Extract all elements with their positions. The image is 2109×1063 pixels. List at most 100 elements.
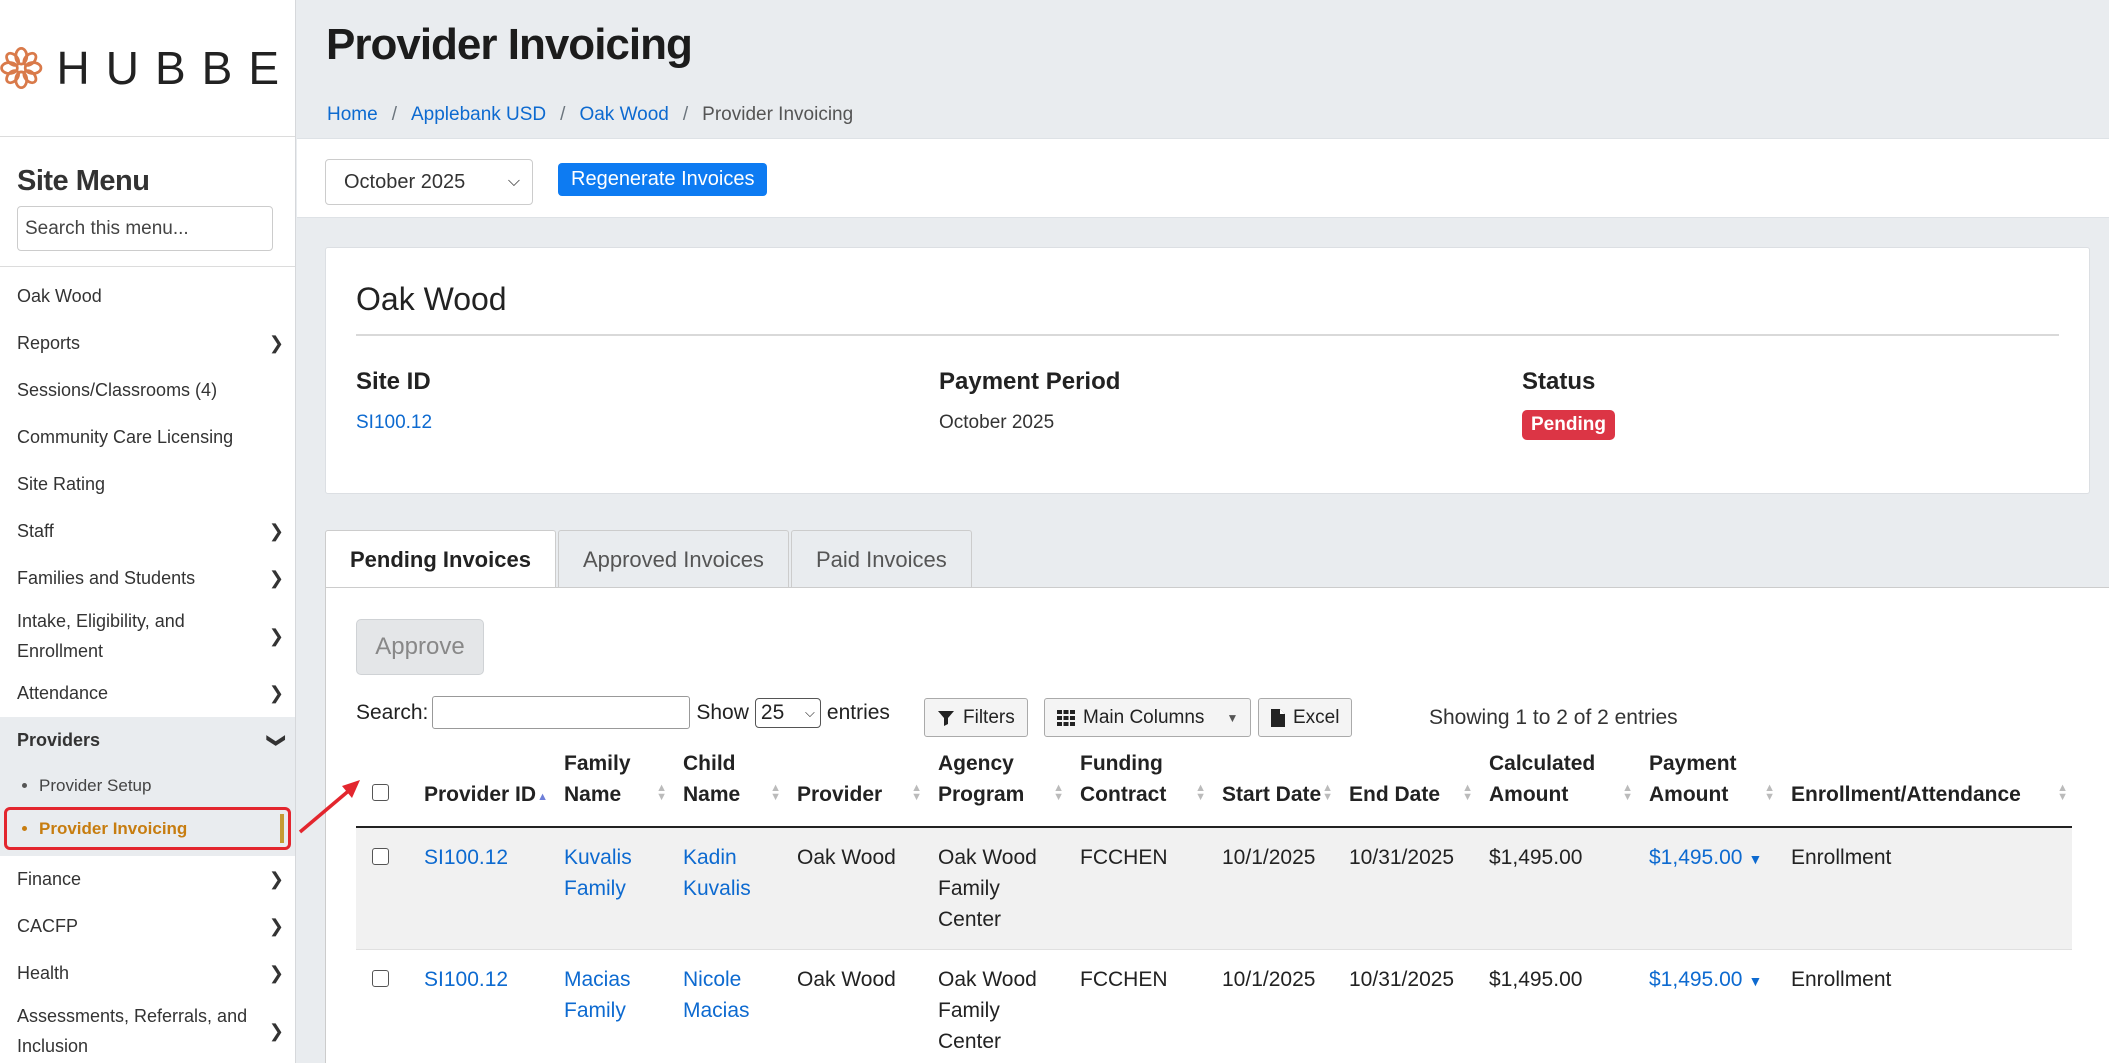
funding-contract-cell: FCCHEN — [1068, 949, 1210, 1063]
logo[interactable]: HUBBE — [0, 0, 295, 137]
sidebar-subitem-provider-setup[interactable]: Provider Setup — [0, 764, 295, 807]
sidebar-item-intake[interactable]: Intake, Eligibility, and Enrollment ❯ — [0, 602, 295, 670]
end-date-cell: 10/31/2025 — [1337, 949, 1477, 1063]
entries-label: entries — [826, 700, 890, 724]
regenerate-invoices-button[interactable]: Regenerate Invoices — [558, 163, 768, 196]
site-id-block: Site ID SI100.12 — [356, 368, 432, 434]
sidebar-item-site-rating[interactable]: Site Rating — [0, 461, 295, 508]
tab-pending-invoices[interactable]: Pending Invoices — [325, 530, 556, 589]
chevron-right-icon: ❯ — [268, 521, 284, 541]
child-name-link[interactable]: Nicole Macias — [683, 968, 750, 1022]
hubbe-flower-icon — [0, 46, 43, 90]
start-date-cell: 10/1/2025 — [1210, 949, 1337, 1063]
sidebar-subitem-provider-invoicing[interactable]: Provider Invoicing — [4, 807, 291, 850]
provider-id-link[interactable]: SI100.12 — [424, 968, 508, 991]
enrollment-type-cell: Enrollment — [1779, 949, 2072, 1063]
calculated-amount-cell: $1,495.00 — [1477, 827, 1637, 950]
chevron-right-icon: ❯ — [268, 869, 284, 889]
provider-id-link[interactable]: SI100.12 — [424, 846, 508, 869]
col-funding-contract[interactable]: Funding Contract ▲ ▼ — [1068, 748, 1210, 828]
sort-icon: ▲ ▼ — [656, 782, 667, 803]
col-provider-id[interactable]: Provider ID ▲ — [412, 748, 552, 828]
sidebar-item-sessions[interactable]: Sessions/Classrooms (4) — [0, 367, 295, 414]
sidebar-item-finance[interactable]: Finance ❯ — [0, 856, 295, 903]
sort-icon: ▲ — [537, 791, 548, 803]
end-date-cell: 10/31/2025 — [1337, 827, 1477, 950]
card-divider — [356, 334, 2059, 336]
provider-cell: Oak Wood — [785, 827, 926, 950]
status-label: Status — [1522, 368, 1596, 395]
sort-icon: ▲ ▼ — [1462, 782, 1473, 803]
main-columns-button[interactable]: Main Columns ▼ — [1044, 698, 1252, 737]
period-select[interactable]: October 2025 ⌵ — [325, 159, 533, 205]
sort-icon: ▲ ▼ — [1622, 782, 1633, 803]
sidebar-item-assessments[interactable]: Assessments, Referrals, and Inclusion ❯ — [0, 997, 295, 1063]
approve-button[interactable]: Approve — [356, 619, 484, 675]
show-label: Show — [696, 700, 749, 724]
payment-amount-dropdown[interactable]: $1,495.00 ▼ — [1649, 846, 1762, 869]
bullet-icon — [22, 826, 27, 831]
sidebar-item-providers[interactable]: Providers ❯ — [0, 717, 295, 764]
excel-export-button[interactable]: Excel — [1258, 698, 1353, 737]
sidebar-item-attendance[interactable]: Attendance ❯ — [0, 670, 295, 717]
chevron-down-icon: ⌵ — [805, 704, 815, 720]
chevron-down-icon: ⌵ — [507, 173, 520, 190]
col-family-name[interactable]: Family Name ▲ ▼ — [552, 748, 671, 828]
breadcrumb-district[interactable]: Applebank USD — [411, 104, 546, 126]
col-provider[interactable]: Provider ▲ ▼ — [785, 748, 926, 828]
row-checkbox[interactable] — [372, 848, 389, 865]
family-name-link[interactable]: Kuvalis Family — [564, 846, 632, 900]
chevron-right-icon: ❯ — [268, 626, 284, 646]
col-child-name[interactable]: Child Name ▲ ▼ — [671, 748, 785, 828]
breadcrumb-separator: / — [560, 104, 566, 125]
provider-cell: Oak Wood — [785, 949, 926, 1063]
search-label: Search: — [356, 700, 429, 724]
site-summary-card: Oak Wood Site ID SI100.12 Payment Period… — [325, 247, 2090, 494]
breadcrumb-current: Provider Invoicing — [702, 104, 854, 125]
breadcrumb-home[interactable]: Home — [327, 104, 378, 126]
family-name-link[interactable]: Macias Family — [564, 968, 631, 1022]
entries-select[interactable]: 25 ⌵ — [754, 697, 821, 728]
providers-submenu: Provider Setup Provider Invoicing — [0, 764, 295, 856]
tab-paid-invoices[interactable]: Paid Invoices — [790, 530, 972, 588]
funding-contract-cell: FCCHEN — [1068, 827, 1210, 950]
start-date-cell: 10/1/2025 — [1210, 827, 1337, 950]
sidebar-item-families[interactable]: Families and Students ❯ — [0, 555, 295, 602]
sidebar-item-oak-wood[interactable]: Oak Wood — [0, 273, 295, 320]
sidebar-item-health[interactable]: Health ❯ — [0, 950, 295, 997]
menu-divider — [0, 266, 295, 267]
enrollment-type-cell: Enrollment — [1779, 827, 2072, 950]
sidebar-item-cacfp[interactable]: CACFP ❯ — [0, 903, 295, 950]
grid-icon — [1057, 709, 1075, 726]
table-search-input[interactable] — [432, 696, 691, 729]
caret-down-icon: ▼ — [1226, 710, 1239, 725]
page-title: Provider Invoicing — [326, 20, 693, 69]
col-enrollment-attendance[interactable]: Enrollment/Attendance ▲ ▼ — [1779, 748, 2072, 828]
col-end-date[interactable]: End Date ▲ ▼ — [1337, 748, 1477, 828]
tab-approved-invoices[interactable]: Approved Invoices — [557, 530, 789, 588]
site-id-link[interactable]: SI100.12 — [356, 412, 432, 434]
chevron-right-icon: ❯ — [268, 916, 284, 936]
select-all-checkbox[interactable] — [372, 784, 389, 801]
sidebar-item-reports[interactable]: Reports ❯ — [0, 320, 295, 367]
chevron-right-icon: ❯ — [268, 568, 284, 588]
col-calculated-amount[interactable]: Calculated Amount ▲ ▼ — [1477, 748, 1637, 828]
agency-program-cell: Oak Wood Family Center — [926, 949, 1068, 1063]
payment-amount-dropdown[interactable]: $1,495.00 ▼ — [1649, 968, 1762, 991]
col-start-date[interactable]: Start Date ▲ ▼ — [1210, 748, 1337, 828]
row-checkbox[interactable] — [372, 970, 389, 987]
sidebar-item-staff[interactable]: Staff ❯ — [0, 508, 295, 555]
agency-program-cell: Oak Wood Family Center — [926, 827, 1068, 950]
menu-search-input[interactable] — [17, 206, 273, 251]
sort-icon: ▲ ▼ — [770, 782, 781, 803]
child-name-link[interactable]: Kadin Kuvalis — [683, 846, 751, 900]
file-icon — [1271, 708, 1285, 727]
status-badge: Pending — [1522, 410, 1615, 440]
filters-button[interactable]: Filters — [924, 698, 1028, 737]
breadcrumb-site[interactable]: Oak Wood — [579, 104, 668, 126]
chevron-down-icon: ❯ — [266, 732, 287, 749]
col-payment-amount[interactable]: Payment Amount ▲ ▼ — [1637, 748, 1779, 828]
invoices-table: Provider ID ▲ Family Name ▲ ▼ Child Name ▲ ▼ … — [356, 748, 2072, 1063]
sidebar-item-licensing[interactable]: Community Care Licensing — [0, 414, 295, 461]
col-agency-program[interactable]: Agency Program ▲ ▼ — [926, 748, 1068, 828]
